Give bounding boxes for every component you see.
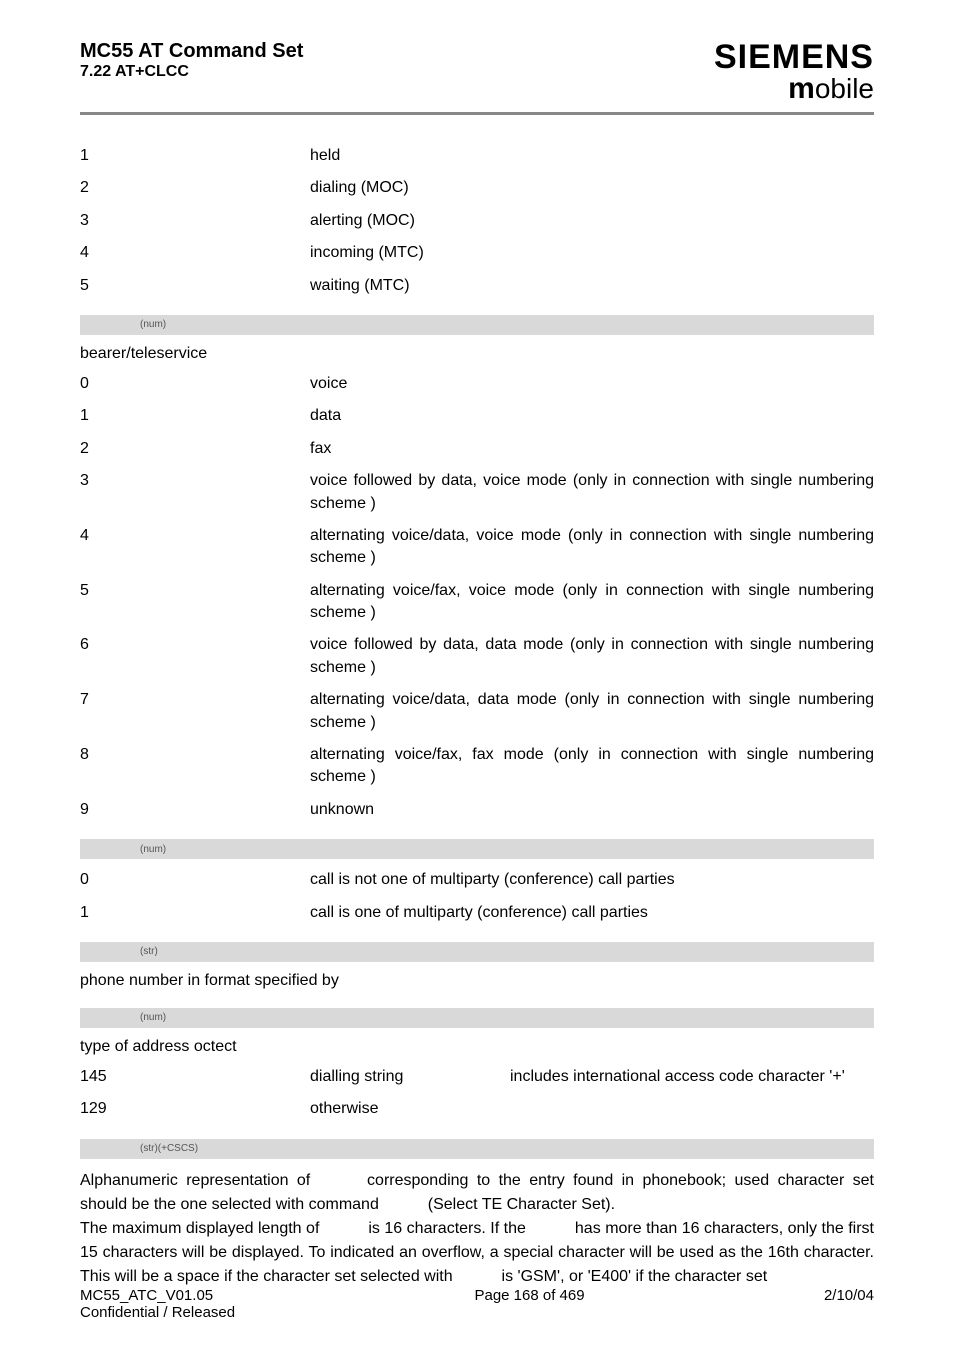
- table-row: 1call is one of multiparty (conference) …: [80, 902, 874, 924]
- table-row: 4alternating voice/data, voice mode (onl…: [80, 525, 874, 570]
- table-row: 145 dialling string includes internation…: [80, 1066, 874, 1088]
- type-value-list: 145 dialling string includes internation…: [80, 1066, 874, 1121]
- table-row: 0voice: [80, 373, 874, 395]
- bearer-value-list: 0voice 1data 2fax 3voice followed by dat…: [80, 373, 874, 821]
- param-bar-mpty: (num): [80, 839, 874, 859]
- table-row: 3voice followed by data, voice mode (onl…: [80, 470, 874, 515]
- phone-number-note: phone number in format specified by: [80, 972, 874, 990]
- table-row: 7alternating voice/data, data mode (only…: [80, 689, 874, 734]
- footer-center: Page 168 of 469: [474, 1287, 584, 1321]
- footer-right: 2/10/04: [824, 1287, 874, 1321]
- mpty-value-list: 0call is not one of multiparty (conferen…: [80, 869, 874, 924]
- table-row: 2fax: [80, 438, 874, 460]
- logo-mobile: mobile: [714, 74, 874, 104]
- doc-subtitle: 7.22 AT+CLCC: [80, 63, 303, 81]
- footer-left: MC55_ATC_V01.05 Confidential / Released: [80, 1287, 235, 1321]
- table-row: 1held: [80, 145, 874, 167]
- brand-logo: SIEMENS mobile: [714, 40, 874, 104]
- doc-title: MC55 AT Command Set: [80, 40, 303, 63]
- table-row: 8alternating voice/fax, fax mode (only i…: [80, 744, 874, 789]
- bearer-heading: bearer/teleservice: [80, 345, 874, 363]
- table-row: 0call is not one of multiparty (conferen…: [80, 869, 874, 891]
- table-row: 9unknown: [80, 799, 874, 821]
- table-row: 2dialing (MOC): [80, 177, 874, 199]
- type-heading: type of address octect: [80, 1038, 874, 1056]
- table-row: 4incoming (MTC): [80, 242, 874, 264]
- table-row: 5alternating voice/fax, voice mode (only…: [80, 580, 874, 625]
- stat-value-list: 1held 2dialing (MOC) 3alerting (MOC) 4in…: [80, 145, 874, 297]
- param-bar-type: (num): [80, 1008, 874, 1028]
- table-row: 5waiting (MTC): [80, 275, 874, 297]
- table-row: 1data: [80, 405, 874, 427]
- param-bar-mode: (num): [80, 315, 874, 335]
- alpha-paragraph: Alphanumeric representation of correspon…: [80, 1169, 874, 1289]
- page-header: MC55 AT Command Set 7.22 AT+CLCC SIEMENS…: [80, 40, 874, 115]
- table-row: 3alerting (MOC): [80, 210, 874, 232]
- page-footer: MC55_ATC_V01.05 Confidential / Released …: [80, 1287, 874, 1321]
- param-bar-alpha: (str)(+CSCS): [80, 1139, 874, 1159]
- table-row: 6voice followed by data, data mode (only…: [80, 634, 874, 679]
- table-row: 129 otherwise: [80, 1098, 874, 1120]
- title-block: MC55 AT Command Set 7.22 AT+CLCC: [80, 40, 303, 81]
- logo-siemens: SIEMENS: [714, 40, 874, 74]
- param-bar-number: (str): [80, 942, 874, 962]
